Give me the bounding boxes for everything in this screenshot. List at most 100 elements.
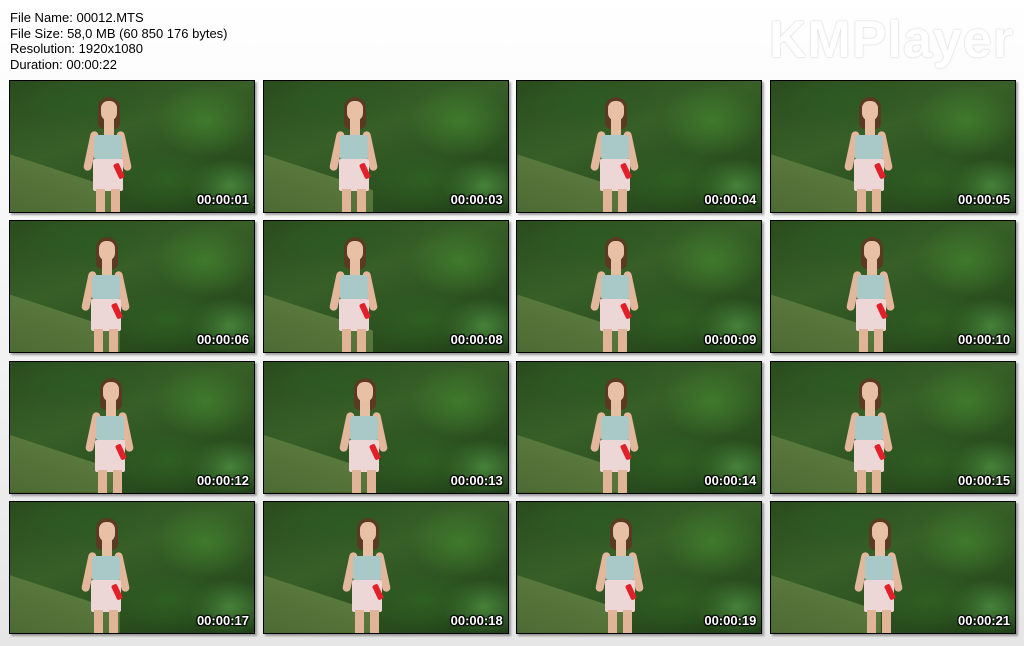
person-leg-r: [113, 469, 122, 493]
person-top: [855, 135, 884, 159]
person-figure: [592, 502, 648, 633]
thumbnail-timestamp: 00:00:21: [958, 612, 1011, 628]
person-figure: [841, 362, 897, 493]
thumbnail-timestamp: 00:00:17: [196, 612, 249, 628]
person-top: [855, 415, 884, 440]
video-thumbnail[interactable]: 00:00:06: [9, 220, 255, 354]
person-figure: [587, 221, 643, 353]
video-thumbnail[interactable]: 00:00:21: [770, 500, 1017, 634]
person-leg-r: [874, 329, 884, 353]
video-thumbnail[interactable]: 00:00:08: [262, 220, 509, 354]
person-figure: [326, 221, 382, 353]
thumbnail-timestamp: 00:00:13: [450, 472, 503, 488]
person-leg-r: [111, 189, 120, 212]
thumbnail-grid: 00:00:01 00:00:03 00:00:04 00:00:05 00:00:06…: [9, 80, 1017, 636]
person-leg-l: [341, 329, 351, 353]
thumbnail-timestamp: 00:00:01: [196, 192, 249, 207]
person-leg-l: [857, 469, 867, 493]
person-leg-r: [872, 469, 882, 493]
person-leg-l: [859, 329, 869, 353]
person-top: [92, 555, 120, 580]
person-top: [339, 135, 368, 159]
person-head: [608, 101, 625, 121]
person-leg-l: [603, 329, 613, 353]
person-leg-r: [623, 609, 633, 633]
person-head: [864, 241, 881, 262]
person-leg-r: [369, 609, 379, 633]
person-leg-r: [356, 329, 366, 353]
person-leg-l: [603, 189, 613, 212]
person-top: [96, 415, 124, 440]
person-leg-r: [356, 189, 366, 212]
person-leg-l: [341, 189, 351, 212]
person-leg-r: [366, 469, 376, 493]
person-top: [601, 135, 630, 159]
video-thumbnail[interactable]: 00:00:09: [516, 220, 763, 354]
person-leg-l: [608, 609, 618, 633]
file-size: File Size: 58,0 MB (60 850 176 bytes): [10, 25, 228, 41]
person-head: [103, 381, 119, 402]
person-head: [356, 381, 373, 402]
thumbnail-timestamp: 00:00:12: [196, 472, 249, 488]
person-top: [857, 275, 886, 300]
video-thumbnail[interactable]: 00:00:15: [770, 360, 1017, 494]
person-neck: [106, 399, 116, 418]
thumbnail-timestamp: 00:00:10: [958, 332, 1011, 348]
person-neck: [865, 399, 876, 418]
video-thumbnail[interactable]: 00:00:03: [262, 80, 509, 213]
person-top: [601, 275, 630, 300]
person-figure: [851, 502, 907, 633]
person-leg-l: [351, 469, 361, 493]
thumbnail-timestamp: 00:00:04: [704, 192, 757, 207]
resolution: Resolution: 1920x1080: [10, 41, 143, 56]
person-leg-l: [354, 609, 364, 633]
video-thumbnail[interactable]: 00:00:04: [516, 80, 763, 213]
person-figure: [587, 81, 643, 212]
thumbnail-timestamp: 00:00:18: [450, 612, 503, 628]
person-leg-r: [109, 329, 118, 353]
thumbnail-timestamp: 00:00:03: [450, 192, 503, 207]
video-thumbnail[interactable]: 00:00:19: [516, 500, 763, 634]
person-figure: [587, 362, 643, 493]
video-thumbnail[interactable]: 00:00:13: [262, 360, 509, 494]
person-top: [339, 275, 368, 300]
person-leg-l: [867, 609, 877, 633]
person-neck: [611, 399, 622, 418]
person-figure: [82, 362, 138, 493]
person-figure: [843, 221, 899, 353]
kmplayer-logo: KMPlayer: [769, 11, 1014, 69]
video-thumbnail[interactable]: 00:00:18: [262, 500, 509, 634]
video-thumbnail[interactable]: 00:00:14: [516, 360, 763, 494]
person-head: [608, 381, 625, 402]
person-leg-r: [872, 189, 882, 212]
video-thumbnail[interactable]: 00:00:01: [9, 80, 255, 213]
person-top: [94, 135, 122, 159]
person-top: [349, 415, 378, 440]
person-top: [865, 555, 894, 580]
person-figure: [339, 502, 395, 633]
person-figure: [80, 81, 136, 212]
person-leg-l: [96, 189, 105, 212]
video-thumbnail[interactable]: 00:00:17: [9, 500, 255, 634]
person-head: [101, 101, 117, 121]
person-leg-r: [618, 329, 628, 353]
person-leg-r: [882, 609, 892, 633]
duration: Duration: 00:00:22: [10, 56, 117, 72]
person-top: [92, 275, 120, 300]
file-name: File Name: 00012.MTS: [10, 10, 144, 25]
person-head: [872, 521, 889, 542]
person-leg-r: [618, 189, 628, 212]
person-top: [352, 555, 381, 580]
video-thumbnail[interactable]: 00:00:10: [770, 220, 1017, 354]
person-top: [606, 555, 635, 580]
person-head: [99, 521, 115, 542]
person-leg-l: [94, 329, 103, 353]
person-leg-r: [618, 469, 628, 493]
video-thumbnail[interactable]: 00:00:05: [770, 80, 1017, 213]
video-thumbnail[interactable]: 00:00:12: [9, 360, 255, 494]
person-figure: [78, 502, 134, 633]
thumbnail-timestamp: 00:00:15: [958, 472, 1011, 488]
person-top: [601, 415, 630, 440]
person-figure: [841, 81, 897, 212]
person-head: [359, 521, 376, 542]
